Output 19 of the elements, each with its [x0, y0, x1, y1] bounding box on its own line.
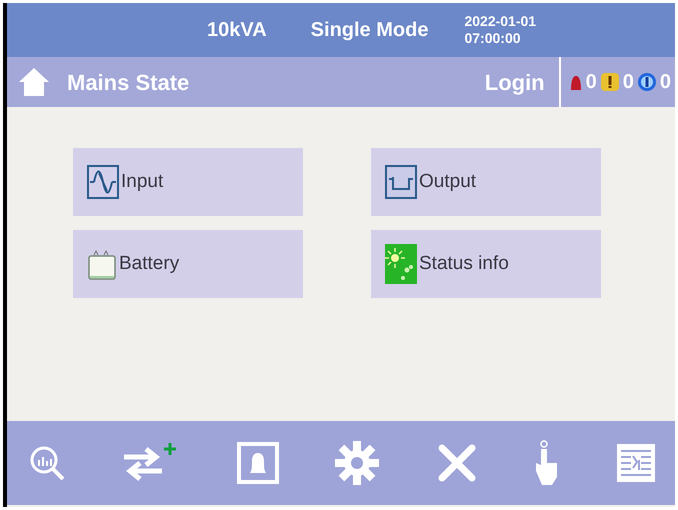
settings-icon[interactable]: [332, 439, 381, 487]
alarm-count: 0: [622, 70, 634, 95]
alarm-count: 0: [586, 70, 597, 95]
alarm-count: 0: [660, 70, 671, 95]
page-title: Mains State: [67, 68, 190, 96]
bell-icon[interactable]: [236, 441, 280, 485]
output-icon: [385, 165, 417, 199]
home-icon[interactable]: [17, 65, 51, 99]
menu-button[interactable]: Output: [371, 148, 601, 216]
date-label: 2022-01-01: [464, 13, 536, 30]
menu-button[interactable]: Battery: [73, 230, 303, 298]
sine-wave-icon: [87, 165, 119, 199]
mode-label: Single Mode: [310, 18, 428, 43]
capacity-label: 10kVA: [207, 18, 267, 43]
document-icon[interactable]: [614, 442, 657, 484]
menu-button[interactable]: Status info: [371, 230, 601, 298]
status-icon: [385, 244, 417, 284]
menu-button[interactable]: Input: [73, 148, 303, 216]
time-label: 07:00:00: [464, 30, 522, 47]
